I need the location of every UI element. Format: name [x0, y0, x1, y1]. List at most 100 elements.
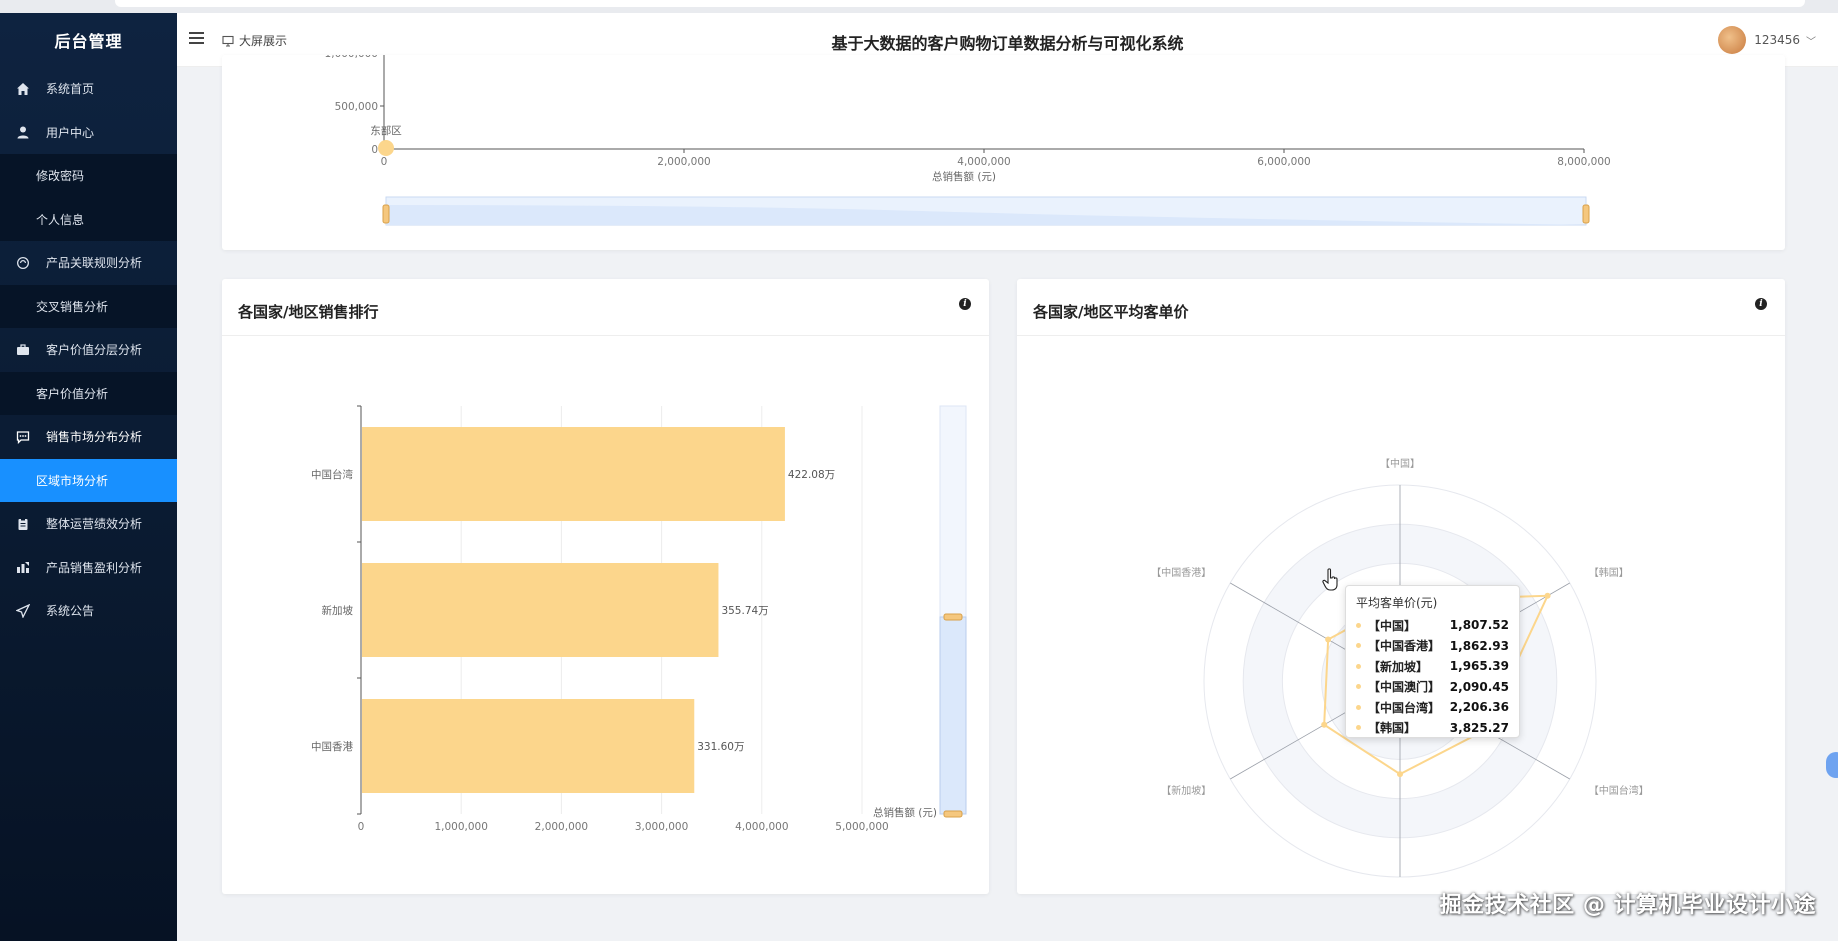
tooltip-rows: 【中国】 1,807.52 【中国香港】 1,862.93 【新加坡】 1,965.39 【…	[1356, 615, 1509, 738]
tooltip-row: 【中国香港】 1,862.93	[1356, 636, 1509, 657]
bar[interactable]	[362, 563, 719, 657]
tooltip-row: 【新加坡】 1,965.39	[1356, 656, 1509, 677]
radar-indicator-label: 【中国】	[1380, 457, 1420, 470]
user-icon	[16, 125, 30, 139]
datazoom-handle-right[interactable]	[1582, 204, 1590, 224]
radar-point[interactable]	[1325, 636, 1332, 643]
series-dot	[1356, 704, 1361, 710]
radar-tooltip: 平均客单价(元) 【中国】 1,807.52 【中国香港】 1,862.93 【新加坡】…	[1345, 585, 1520, 738]
y-tick-label: 新加坡	[322, 604, 354, 617]
globe-icon	[16, 256, 30, 270]
tooltip-row-name: 【韩国】	[1368, 721, 1417, 736]
sidebar-subitem[interactable]: 修改密码	[0, 154, 177, 198]
series-dot	[1356, 622, 1361, 628]
sidebar-item-label: 产品关联规则分析	[46, 256, 143, 271]
series-dot	[1356, 643, 1361, 649]
side-float-button[interactable]	[1826, 752, 1838, 778]
watermark: 掘金技术社区 @ 计算机毕业设计小途	[1439, 893, 1816, 918]
datazoom-handle-left[interactable]	[382, 204, 390, 224]
chart-icon	[16, 560, 30, 574]
bar[interactable]	[362, 427, 785, 521]
sidebar-item-label: 交叉销售分析	[36, 299, 109, 314]
vzoom-handle-bottom[interactable]	[943, 810, 963, 818]
y-tick-label: 1,000,000	[325, 55, 378, 60]
series-dot	[1356, 725, 1361, 731]
tooltip-row-name: 【新加坡】	[1368, 659, 1429, 674]
briefcase-icon	[16, 343, 30, 357]
chevron-down-icon: ﹀	[1806, 36, 1816, 48]
sidebar-subitem[interactable]: 客户价值分析	[0, 371, 177, 415]
bar-chart: 0 1,000,000 2,000,000 3,000,000 4,000,000 5,0…	[311, 405, 967, 833]
vzoom-handle-top[interactable]	[943, 613, 963, 621]
y-tick-label: 中国台湾	[311, 468, 353, 481]
vzoom-selected[interactable]	[939, 616, 967, 815]
sidebar-item[interactable]: 销售市场分布分析	[0, 415, 177, 459]
sidebar-item[interactable]: 客户价值分层分析	[0, 328, 177, 372]
tooltip-row-name: 【中国澳门】	[1368, 680, 1441, 695]
scatter-point-label: 东部区	[370, 124, 402, 137]
radar-point[interactable]	[1321, 721, 1328, 728]
sidebar-subitem[interactable]: 交叉销售分析	[0, 284, 177, 328]
scatter-point[interactable]	[378, 140, 394, 156]
tooltip-row-name: 【中国香港】	[1368, 639, 1441, 654]
tooltip-row-name: 【中国】	[1368, 618, 1417, 633]
tooltip-row-value: 1,965.39	[1449, 659, 1509, 674]
sidebar-item-label: 系统首页	[46, 82, 95, 97]
sidebar-item[interactable]: 用户中心	[0, 111, 177, 155]
sidebar-item[interactable]: 系统公告	[0, 589, 177, 633]
sidebar-item-label: 区域市场分析	[36, 473, 109, 488]
clipboard-icon	[16, 517, 30, 531]
y-tick-label: 中国香港	[311, 740, 353, 753]
scatter-chart: 1,000,000 500,000 00 2,000,000 4,000,000 6,00…	[325, 48, 1611, 226]
radar-point[interactable]	[1544, 592, 1551, 599]
bar-data-label: 355.74万	[721, 605, 768, 617]
sidebar-subitem[interactable]: 个人信息	[0, 197, 177, 241]
tooltip-row: 【韩国】 3,825.27	[1356, 718, 1509, 739]
scatter-panel: 1,000,000 500,000 00 2,000,000 4,000,000 6,00…	[222, 48, 1785, 250]
user-menu[interactable]: 123456 ﹀	[1718, 26, 1816, 54]
hand-cursor-icon	[1322, 568, 1338, 591]
bar-data-label: 331.60万	[697, 741, 744, 753]
tooltip-row: 【中国澳门】 2,090.45	[1356, 677, 1509, 698]
tooltip-row-value: 3,825.27	[1449, 720, 1509, 735]
x-tick-label: 3,000,000	[635, 821, 688, 833]
tooltip-row: 【中国】 1,807.52	[1356, 615, 1509, 636]
x-tick-label: 5,000,000	[835, 821, 888, 833]
tooltip-row-value: 1,862.93	[1449, 638, 1509, 653]
x-tick-label: 6,000,000	[1257, 156, 1310, 168]
sidebar-item-label: 修改密码	[36, 169, 85, 184]
page-title: 基于大数据的客户购物订单数据分析与可视化系统	[831, 34, 1184, 53]
sidebar-item-label: 客户价值分层分析	[46, 343, 143, 358]
x-tick-label: 4,000,000	[735, 821, 788, 833]
tooltip-row-value: 1,807.52	[1449, 618, 1509, 633]
sidebar: 后台管理 系统首页 用户中心 修改密码 个人信息 产品关联规则分析 交叉销售分析 客户价值分…	[0, 13, 177, 941]
tooltip-title: 平均客单价(元)	[1356, 596, 1438, 610]
sidebar-item[interactable]: 整体运营绩效分析	[0, 502, 177, 546]
radar-point[interactable]	[1397, 771, 1403, 778]
tooltip-row-name: 【中国台湾】	[1368, 700, 1441, 715]
sidebar-item-label: 产品销售盈利分析	[46, 560, 143, 575]
sidebar-item[interactable]: 系统首页	[0, 67, 177, 111]
sidebar-item-label: 个人信息	[36, 212, 85, 227]
sidebar-item-label: 销售市场分布分析	[46, 430, 143, 445]
tooltip-row-value: 2,206.36	[1449, 700, 1509, 715]
x-tick-label: 0	[358, 821, 365, 833]
tooltip-row-value: 2,090.45	[1449, 679, 1509, 694]
sidebar-item[interactable]: 产品关联规则分析	[0, 241, 177, 285]
sidebar-subitem[interactable]: 区域市场分析	[0, 458, 177, 502]
username: 123456	[1754, 33, 1800, 47]
y-tick-label: 0	[371, 144, 378, 156]
x-axis-title: 总销售额 (元)	[932, 170, 996, 183]
avatar	[1718, 26, 1747, 54]
bar[interactable]	[362, 699, 695, 793]
x-tick-label: 0	[381, 156, 388, 168]
radar-indicator-label: 【韩国】	[1589, 566, 1629, 579]
radar-indicator-label: 【中国台湾】	[1589, 784, 1649, 797]
sidebar-item[interactable]: 产品销售盈利分析	[0, 546, 177, 590]
top-strip	[0, 0, 1838, 13]
x-tick-label: 4,000,000	[957, 156, 1010, 168]
top-strip-inner	[115, 0, 1805, 7]
radar-indicator-label: 【新加坡】	[1161, 784, 1211, 797]
sidebar-item-label: 客户价值分析	[36, 386, 109, 401]
x-tick-label: 1,000,000	[434, 821, 487, 833]
